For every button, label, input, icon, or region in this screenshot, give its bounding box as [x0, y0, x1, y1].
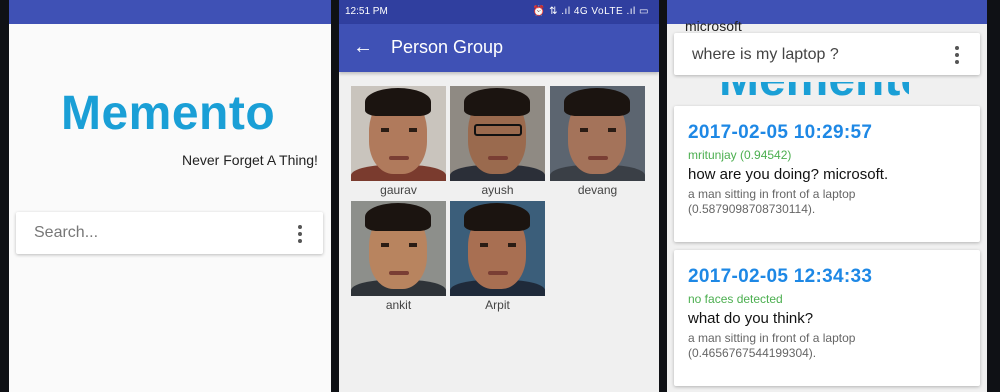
more-vert-icon[interactable]	[955, 46, 959, 67]
person-tile[interactable]: devang	[550, 86, 645, 197]
memory-card[interactable]: 2017-02-05 10:29:57 mritunjay (0.94542) …	[674, 106, 980, 242]
person-tile[interactable]: gaurav	[351, 86, 446, 197]
background-text: microsoft	[685, 18, 742, 34]
search-results-screen: microsoft Memento where is my laptop ? 2…	[667, 0, 987, 392]
card-faces: mritunjay (0.94542)	[688, 148, 792, 162]
person-name: devang	[577, 183, 618, 197]
card-timestamp: 2017-02-05 10:29:57	[688, 122, 873, 143]
card-caption: a man sitting in front of a laptop (0.58…	[688, 187, 856, 216]
more-vert-icon[interactable]	[298, 225, 302, 246]
person-photo	[450, 86, 545, 181]
person-name: Arpit	[485, 298, 510, 312]
background-logo: Memento	[719, 82, 909, 102]
status-bar	[9, 0, 331, 24]
home-screen: Memento Never Forget A Thing! Search...	[9, 0, 331, 392]
person-photo	[351, 201, 446, 296]
person-name: ayush	[481, 183, 514, 197]
person-tile[interactable]: ayush	[450, 86, 545, 197]
person-tile[interactable]: ankit	[351, 201, 446, 312]
person-group-screen: 12:51 PM ⏰ ⇅ .ıl 4G VoLTE .ıl ▭ ← Person…	[339, 0, 659, 392]
person-photo	[550, 86, 645, 181]
search-input[interactable]: Search...	[34, 224, 98, 242]
tagline: Never Forget A Thing!	[182, 152, 318, 168]
page-title: Person Group	[391, 37, 504, 57]
card-faces: no faces detected	[688, 292, 783, 306]
card-caption: a man sitting in front of a laptop (0.46…	[688, 331, 856, 360]
person-photo	[351, 86, 446, 181]
person-name: ankit	[385, 298, 412, 312]
status-time: 12:51 PM	[345, 6, 388, 17]
status-bar: 12:51 PM ⏰ ⇅ .ıl 4G VoLTE .ıl ▭	[339, 0, 659, 24]
app-logo: Memento	[61, 87, 276, 140]
memory-card[interactable]: 2017-02-05 12:34:33 no faces detected wh…	[674, 250, 980, 386]
back-arrow-icon[interactable]: ←	[353, 36, 373, 59]
search-bar[interactable]: where is my laptop ?	[674, 33, 980, 75]
status-icons: ⏰ ⇅ .ıl 4G VoLTE .ıl ▭	[532, 6, 649, 17]
card-timestamp: 2017-02-05 12:34:33	[688, 266, 873, 287]
card-speech: how are you doing? microsoft.	[688, 166, 889, 183]
person-tile[interactable]: Arpit	[450, 201, 545, 312]
search-bar[interactable]: Search...	[16, 212, 323, 254]
search-input[interactable]: where is my laptop ?	[692, 46, 839, 64]
app-bar: ← Person Group	[339, 24, 659, 72]
card-speech: what do you think?	[688, 310, 814, 327]
person-name: gaurav	[380, 183, 417, 197]
person-photo	[450, 201, 545, 296]
